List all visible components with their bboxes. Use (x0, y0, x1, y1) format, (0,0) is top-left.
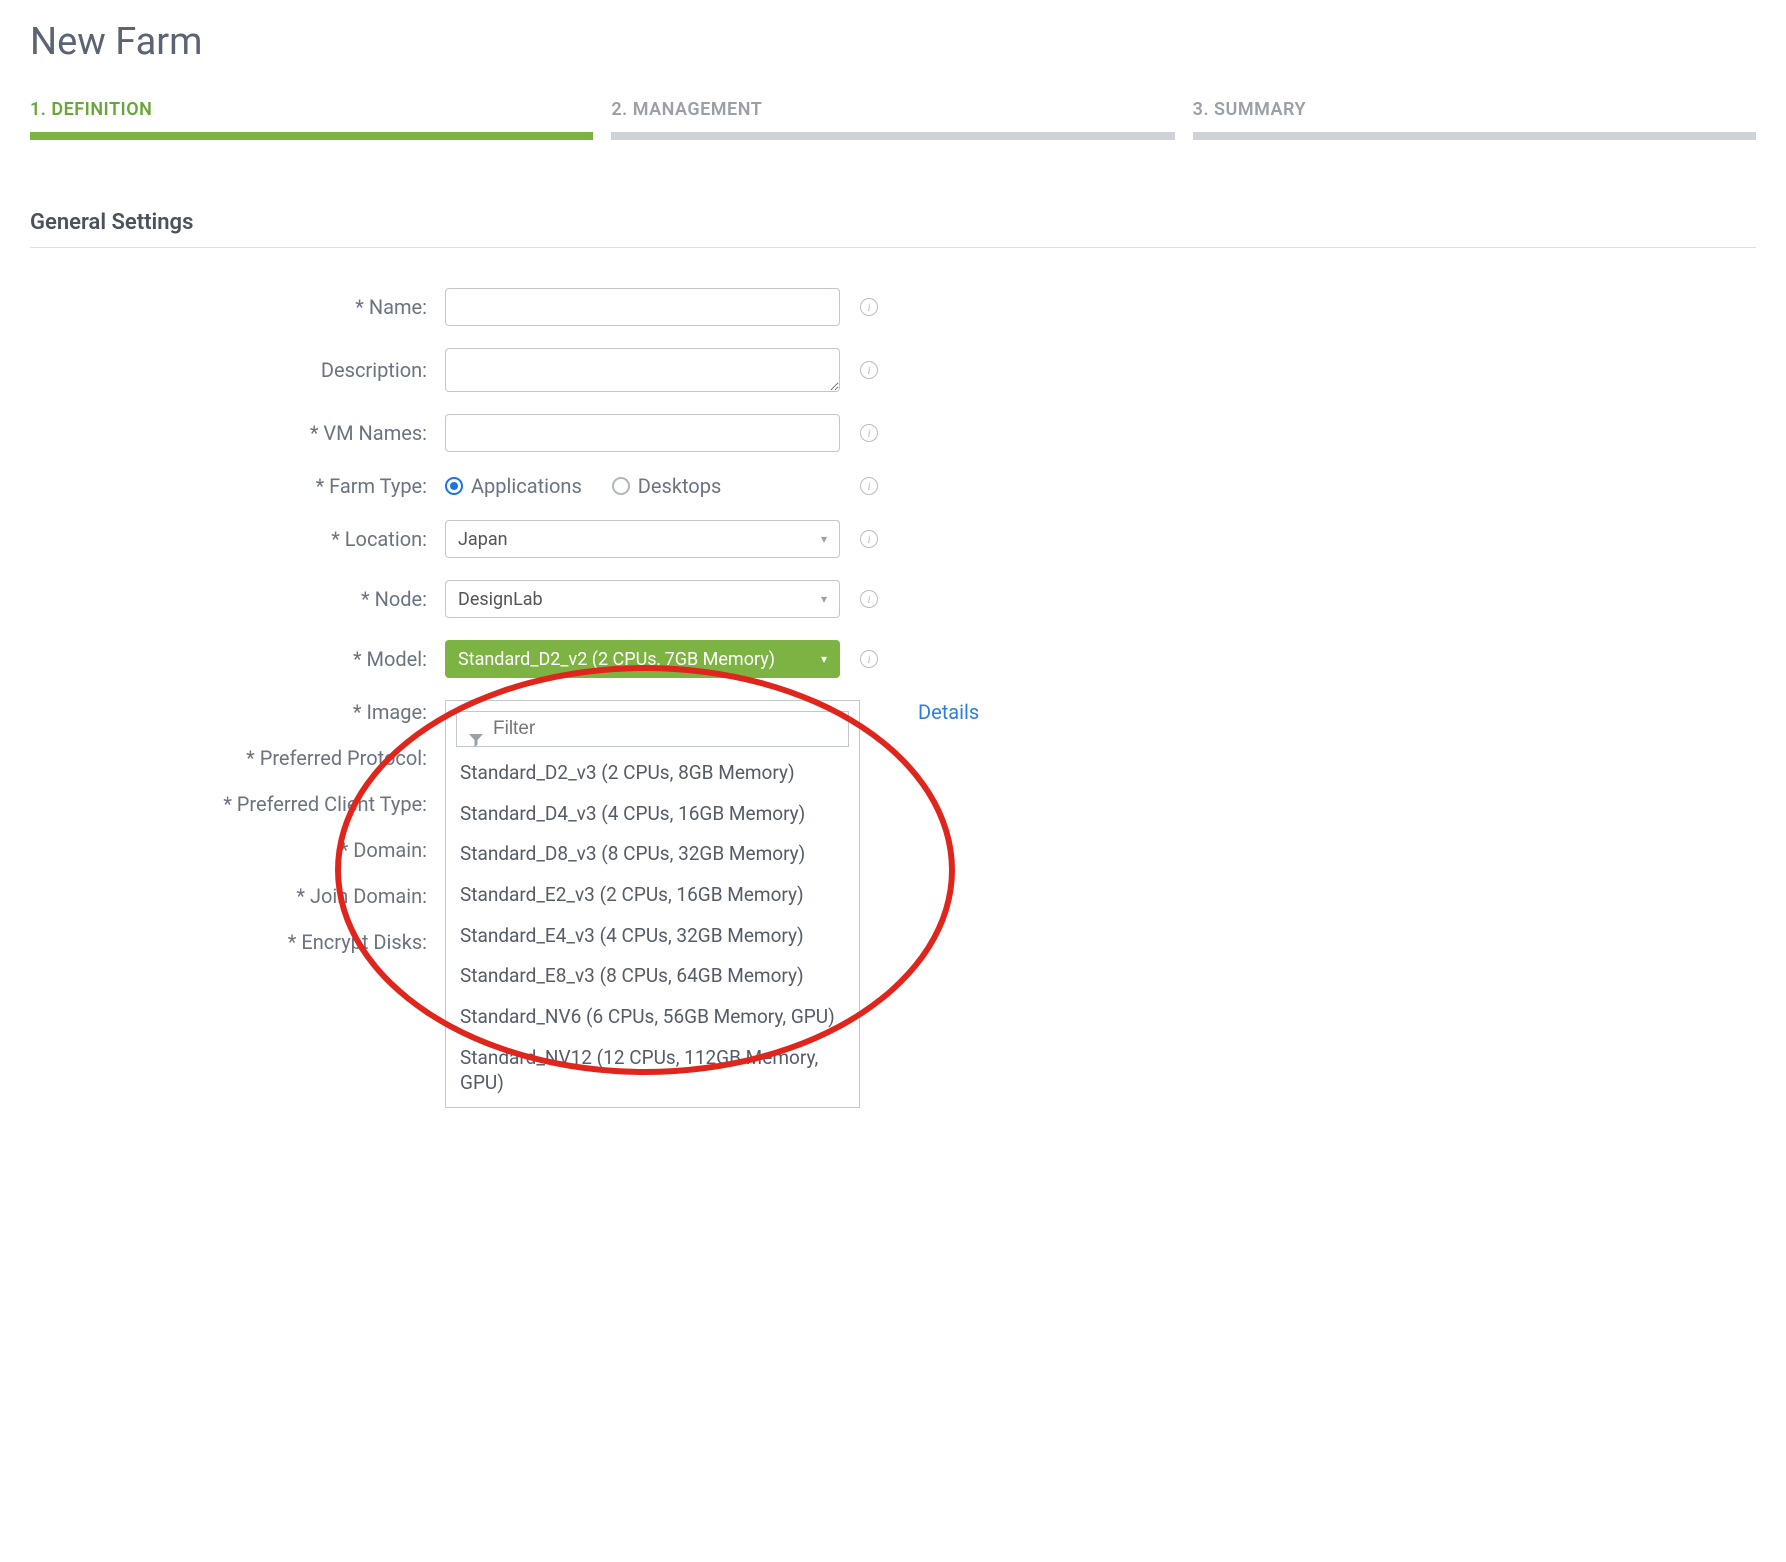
radio-circle-icon (445, 477, 463, 495)
filter-icon (468, 729, 484, 753)
wizard-step-bar (30, 132, 593, 140)
label-location: * Location: (30, 527, 445, 551)
page-title: New Farm (30, 20, 1756, 64)
model-dropdown[interactable]: Standard_D2_v3 (2 CPUs, 8GB Memory)Stand… (445, 700, 860, 1108)
select-value: Standard_D2_v2 (2 CPUs, 7GB Memory) (458, 649, 775, 670)
label-model: * Model: (30, 647, 445, 671)
label-description: Description: (30, 358, 445, 382)
chevron-down-icon: ▾ (821, 592, 827, 606)
model-option[interactable]: Standard_E8_v3 (8 CPUs, 64GB Memory) (446, 956, 859, 997)
label-join-domain: * Join Domain: (30, 884, 445, 908)
wizard-step-label: 1. DEFINITION (30, 99, 593, 132)
label-preferred-protocol: * Preferred Protocol: (30, 746, 445, 770)
wizard-step-label: 2. MANAGEMENT (611, 99, 1174, 132)
vm-names-input[interactable] (445, 414, 840, 452)
info-icon[interactable]: i (860, 298, 878, 316)
chevron-down-icon: ▾ (821, 652, 827, 666)
label-name: * Name: (30, 295, 445, 319)
description-input[interactable] (445, 348, 840, 392)
name-input[interactable] (445, 288, 840, 326)
wizard-step-label: 3. SUMMARY (1193, 99, 1756, 132)
label-node: * Node: (30, 587, 445, 611)
model-option[interactable]: Standard_E2_v3 (2 CPUs, 16GB Memory) (446, 875, 859, 916)
details-link[interactable]: Details (918, 700, 979, 724)
label-farm-type: * Farm Type: (30, 474, 445, 498)
radio-desktops[interactable]: Desktops (612, 474, 722, 498)
section-general-settings: General Settings (30, 210, 1756, 248)
model-option[interactable]: Standard_D8_v3 (8 CPUs, 32GB Memory) (446, 834, 859, 875)
radio-circle-icon (612, 477, 630, 495)
radio-label: Desktops (638, 474, 722, 498)
chevron-down-icon: ▾ (821, 532, 827, 546)
model-option[interactable]: Standard_D4_v3 (4 CPUs, 16GB Memory) (446, 794, 859, 835)
label-domain: * Domain: (30, 838, 445, 862)
wizard-step-summary[interactable]: 3. SUMMARY (1193, 99, 1756, 140)
wizard-steps: 1. DEFINITION 2. MANAGEMENT 3. SUMMARY (30, 99, 1756, 140)
wizard-step-management[interactable]: 2. MANAGEMENT (611, 99, 1174, 140)
node-select[interactable]: DesignLab ▾ (445, 580, 840, 618)
select-value: Japan (458, 529, 508, 550)
select-value: DesignLab (458, 589, 543, 610)
info-icon[interactable]: i (860, 530, 878, 548)
model-option[interactable]: Standard_NV12 (12 CPUs, 112GB Memory, GP… (446, 1038, 859, 1103)
wizard-step-definition[interactable]: 1. DEFINITION (30, 99, 593, 140)
wizard-step-bar (611, 132, 1174, 140)
label-image: * Image: (30, 700, 445, 724)
location-select[interactable]: Japan ▾ (445, 520, 840, 558)
info-icon[interactable]: i (860, 650, 878, 668)
info-icon[interactable]: i (860, 361, 878, 379)
label-encrypt-disks: * Encrypt Disks: (30, 930, 445, 954)
model-option[interactable]: Standard_E4_v3 (4 CPUs, 32GB Memory) (446, 916, 859, 957)
radio-label: Applications (471, 474, 582, 498)
model-option[interactable]: Standard_NV6 (6 CPUs, 56GB Memory, GPU) (446, 997, 859, 1038)
wizard-step-bar (1193, 132, 1756, 140)
model-select[interactable]: Standard_D2_v2 (2 CPUs, 7GB Memory) ▾ (445, 640, 840, 678)
info-icon[interactable]: i (860, 424, 878, 442)
info-icon[interactable]: i (860, 590, 878, 608)
label-vm-names: * VM Names: (30, 421, 445, 445)
model-filter-input[interactable] (456, 711, 849, 747)
radio-applications[interactable]: Applications (445, 474, 582, 498)
info-icon[interactable]: i (860, 477, 878, 495)
model-option[interactable]: Standard_D2_v3 (2 CPUs, 8GB Memory) (446, 753, 859, 794)
label-preferred-client-type: * Preferred Client Type: (30, 792, 445, 816)
